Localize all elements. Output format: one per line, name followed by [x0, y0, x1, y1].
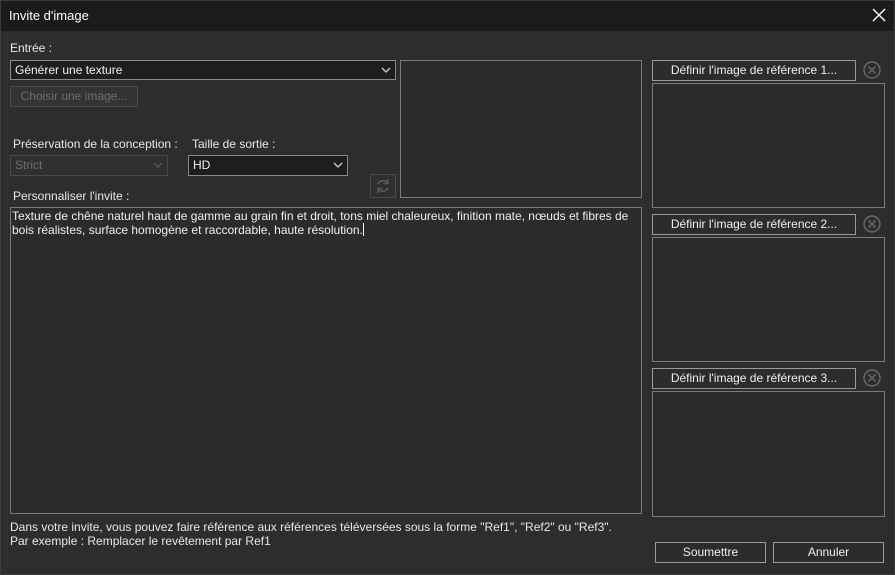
input-preview-panel	[400, 60, 642, 198]
reference-3-preview	[652, 391, 885, 517]
refresh-icon	[377, 179, 389, 193]
reference-1-preview	[652, 83, 885, 208]
submit-button[interactable]: Soumettre	[655, 542, 766, 563]
remove-reference-3-button[interactable]	[862, 368, 882, 391]
prompt-label: Personnaliser l'invite :	[13, 189, 130, 203]
chevron-down-icon	[381, 67, 391, 73]
set-reference-2-button[interactable]: Définir l'image de référence 2...	[652, 214, 856, 235]
circle-x-icon	[863, 369, 881, 387]
design-preservation-label: Préservation de la conception :	[13, 137, 178, 151]
design-preservation-select[interactable]: Strict	[10, 155, 168, 176]
window-title: Invite d'image	[9, 8, 89, 23]
prompt-text: Texture de chêne naturel haut de gamme a…	[12, 209, 629, 237]
input-label: Entrée :	[10, 41, 53, 55]
remove-reference-2-button[interactable]	[862, 214, 882, 237]
output-size-select[interactable]: HD	[188, 155, 348, 176]
input-mode-value: Générer une texture	[15, 63, 123, 77]
design-preservation-value: Strict	[15, 158, 43, 172]
prompt-textarea[interactable]: Texture de chêne naturel haut de gamme a…	[10, 207, 642, 514]
circle-x-icon	[863, 215, 881, 233]
output-size-label: Taille de sortie :	[192, 137, 276, 151]
hint-line-2: Par exemple : Remplacer le revêtement pa…	[10, 534, 271, 548]
title-bar	[0, 0, 895, 31]
set-reference-1-button[interactable]: Définir l'image de référence 1...	[652, 60, 856, 81]
hint-line-1: Dans votre invite, vous pouvez faire réf…	[10, 520, 612, 534]
cancel-button[interactable]: Annuler	[773, 542, 884, 563]
choose-image-button[interactable]: Choisir une image...	[10, 86, 138, 107]
chevron-down-icon	[333, 162, 343, 168]
reference-2-preview	[652, 237, 885, 362]
output-size-value: HD	[193, 158, 211, 172]
circle-x-icon	[863, 61, 881, 79]
input-mode-select[interactable]: Générer une texture	[10, 60, 396, 80]
text-caret	[362, 223, 364, 236]
set-reference-3-button[interactable]: Définir l'image de référence 3...	[652, 368, 856, 389]
remove-reference-1-button[interactable]	[862, 60, 882, 83]
refresh-button[interactable]	[370, 174, 396, 198]
close-icon	[872, 8, 886, 22]
chevron-down-icon	[153, 162, 163, 168]
close-button[interactable]	[868, 5, 890, 25]
